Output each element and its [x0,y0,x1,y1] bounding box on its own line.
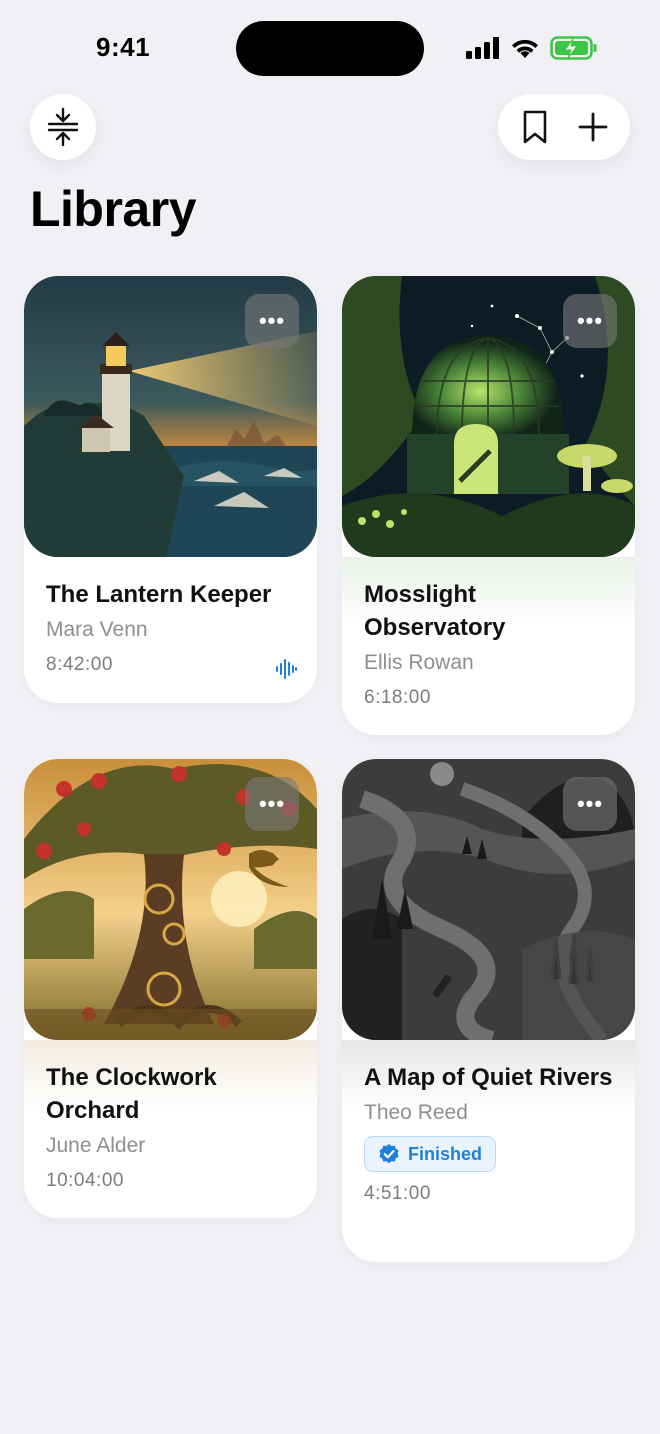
status-time: 9:41 [96,32,151,62]
book-author: Ellis Rowan [364,651,474,674]
badge-label: Finished [408,1143,483,1164]
battery-charging-icon [550,36,597,60]
book-info: Mosslight Observatory Ellis Rowan 6:18:0… [364,578,620,710]
book-duration: 10:04:00 [46,1170,124,1191]
more-button[interactable]: ••• [245,294,299,348]
book-card[interactable]: ••• A Map of Quiet Rivers Theo Reed Fini… [342,759,635,1262]
book-info: A Map of Quiet Rivers Theo Reed Finished… [364,1061,620,1206]
cellular-signal-icon [466,37,499,59]
collapse-vertical-icon [47,107,79,147]
more-button[interactable]: ••• [563,777,617,831]
more-button[interactable]: ••• [245,777,299,831]
collapse-button[interactable] [30,94,96,160]
book-card[interactable]: ••• The Lantern Keeper Mara Venn 8:42:00 [24,276,317,703]
book-card[interactable]: ••• Mosslight Observatory Ellis Rowan 6:… [342,276,635,735]
page-title: Library [30,181,197,237]
add-button[interactable] [564,98,622,156]
book-title: Mosslight Observatory [364,581,506,641]
book-duration: 6:18:00 [364,687,431,708]
book-cover: ••• [342,759,635,1040]
book-cover: ••• [24,276,317,557]
book-cover: ••• [342,276,635,557]
header-actions [498,94,630,160]
wifi-icon [512,39,538,58]
bookmark-button[interactable] [506,98,564,156]
bookmark-icon [523,110,547,144]
book-duration: 4:51:00 [364,1183,431,1204]
book-title: A Map of Quiet Rivers [364,1064,613,1091]
book-author: Theo Reed [364,1101,468,1124]
book-card[interactable]: ••• The Clockwork Orchard June Alder 10:… [24,759,317,1218]
book-author: June Alder [46,1134,146,1157]
book-info: The Clockwork Orchard June Alder 10:04:0… [46,1061,302,1193]
checkmark-seal-icon [379,1144,399,1164]
plus-icon [578,112,608,142]
book-title: The Lantern Keeper [46,581,272,608]
book-author: Mara Venn [46,618,148,641]
waveform-icon [276,659,297,679]
status-icons [466,35,598,61]
more-button[interactable]: ••• [563,294,617,348]
book-info: The Lantern Keeper Mara Venn 8:42:00 [46,578,302,677]
book-cover: ••• [24,759,317,1040]
book-duration: 8:42:00 [46,654,113,675]
book-title: The Clockwork Orchard [46,1064,217,1124]
status-bar: 9:41 [0,0,660,96]
dynamic-island [236,21,424,76]
finished-badge: Finished [364,1136,497,1172]
